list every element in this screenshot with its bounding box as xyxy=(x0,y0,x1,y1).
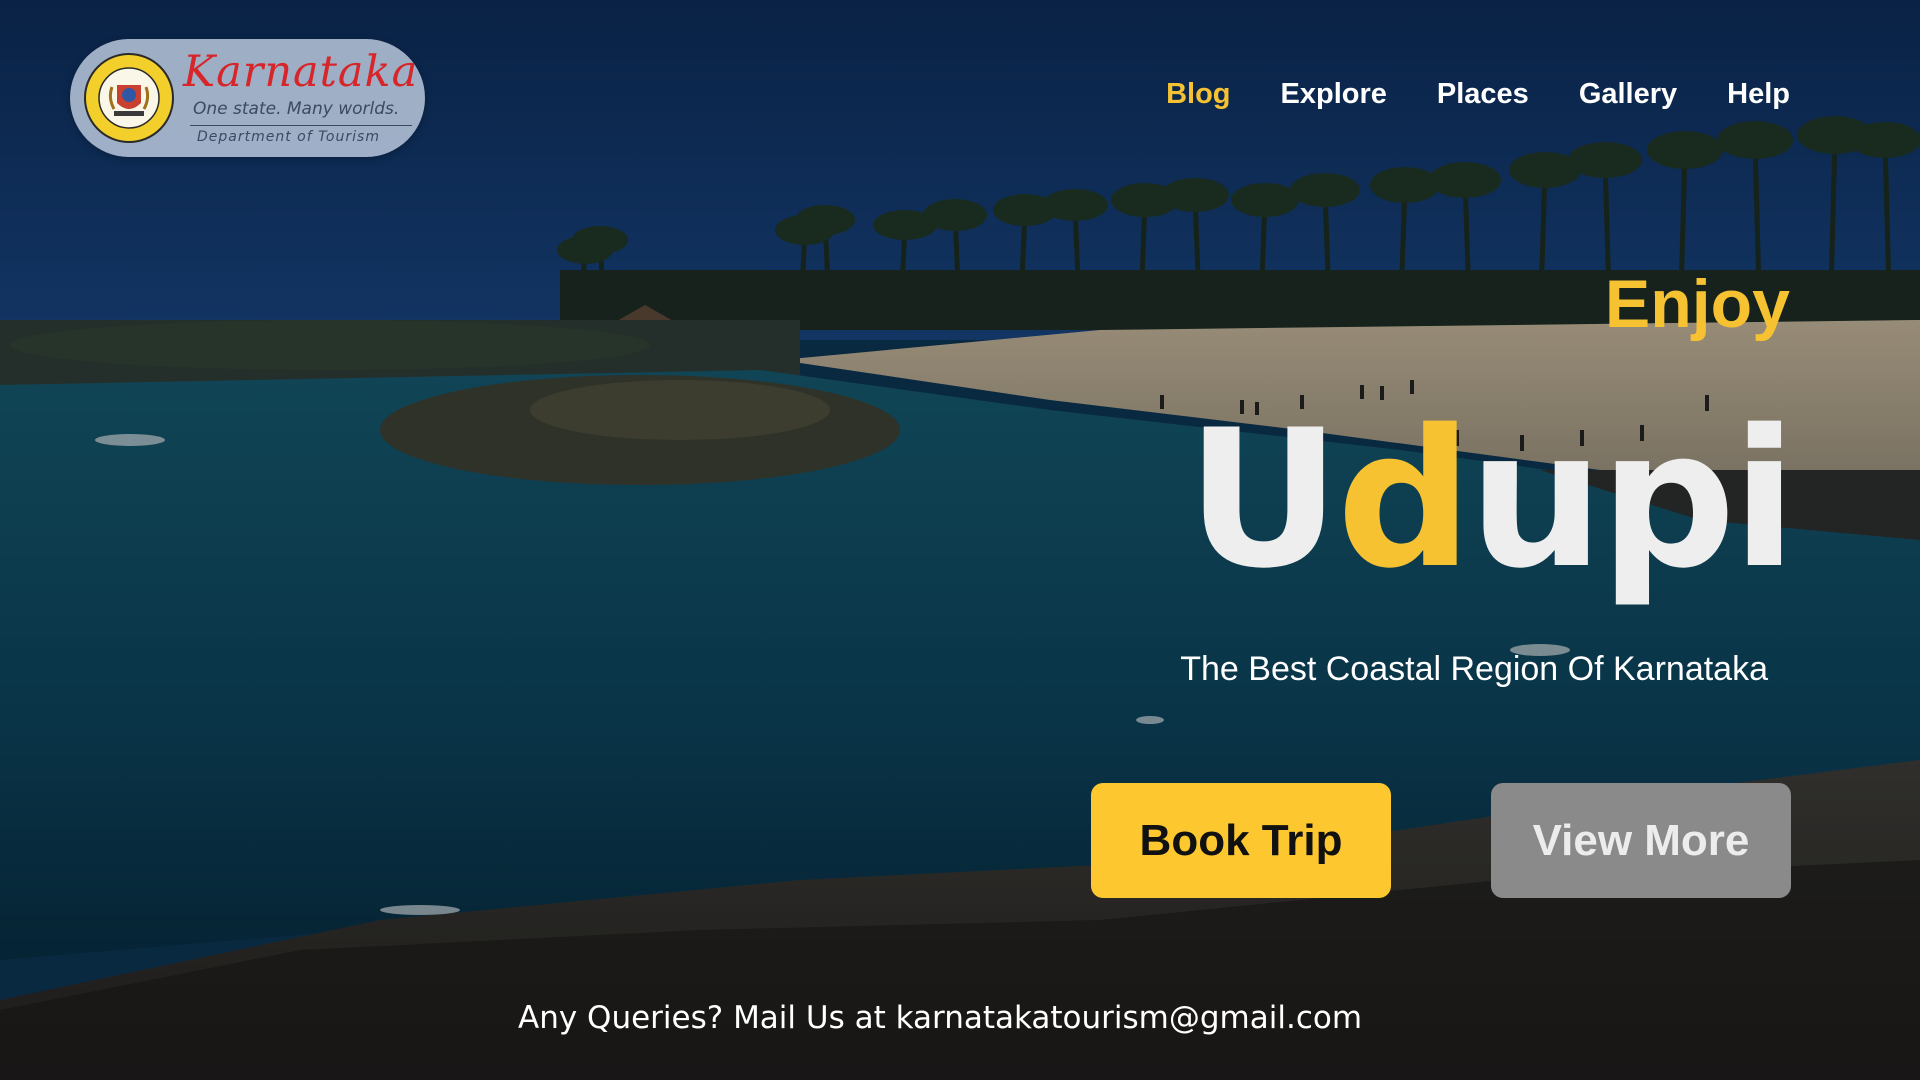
view-more-button[interactable]: View More xyxy=(1491,783,1791,898)
main-nav: Blog Explore Places Gallery Help xyxy=(1166,78,1790,111)
nav-help[interactable]: Help xyxy=(1727,78,1790,111)
logo-department: Department of Tourism xyxy=(197,129,380,145)
place-part2: upi xyxy=(1468,389,1797,610)
logo-divider xyxy=(190,125,412,126)
nav-places[interactable]: Places xyxy=(1437,78,1529,111)
government-seal-icon xyxy=(84,53,174,143)
place-part1: U xyxy=(1186,389,1340,610)
nav-gallery[interactable]: Gallery xyxy=(1579,78,1677,111)
contact-footer-text: Any Queries? Mail Us at karnatakatourism… xyxy=(518,1000,1363,1036)
hero-subtitle: The Best Coastal Region Of Karnataka xyxy=(1180,650,1768,688)
logo-tagline: One state. Many worlds. xyxy=(193,99,400,119)
logo-brand-text: Karnataka xyxy=(183,47,419,97)
hero-eyebrow: Enjoy xyxy=(1604,266,1790,342)
hero-place-title: Udupi xyxy=(1186,405,1797,595)
nav-explore[interactable]: Explore xyxy=(1281,78,1387,111)
book-trip-button[interactable]: Book Trip xyxy=(1091,783,1391,898)
nav-blog[interactable]: Blog xyxy=(1166,78,1230,111)
place-highlight-letter: d xyxy=(1336,389,1473,610)
karnataka-tourism-logo[interactable]: Karnataka One state. Many worlds. Depart… xyxy=(70,39,425,157)
